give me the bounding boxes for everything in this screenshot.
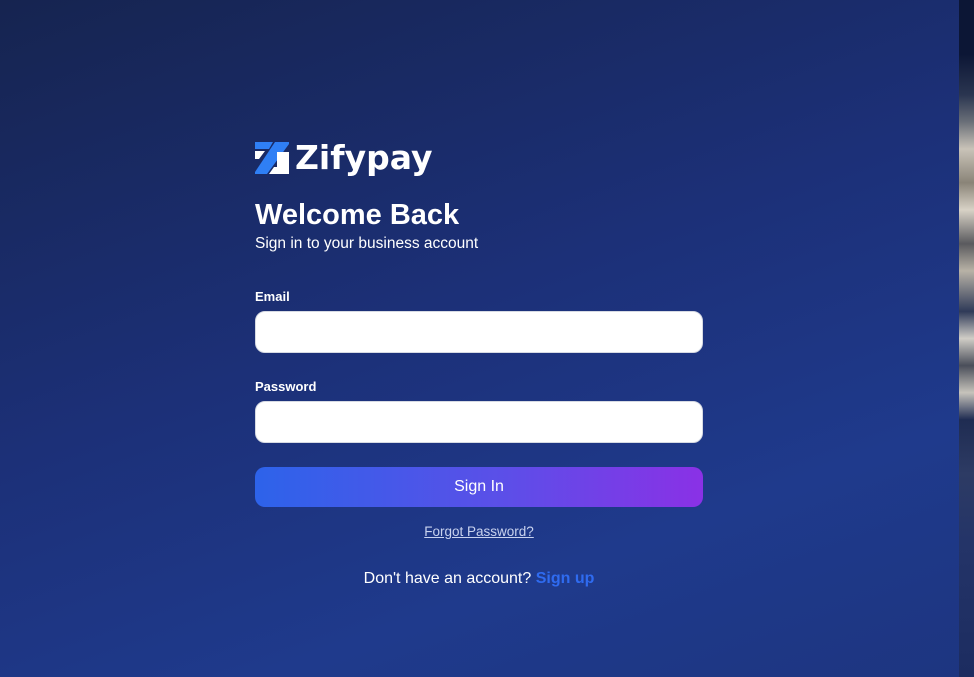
password-label: Password xyxy=(255,379,317,394)
signup-prompt-row: Don't have an account? Sign up xyxy=(255,569,703,589)
page-title: Welcome Back xyxy=(255,199,460,231)
forgot-password-row: Forgot Password? xyxy=(255,523,703,541)
email-field[interactable] xyxy=(255,311,703,353)
login-page: Zifypay Welcome Back Sign in to your bus… xyxy=(0,0,974,677)
side-background-photo xyxy=(959,0,974,677)
forgot-password-link[interactable]: Forgot Password? xyxy=(424,524,534,539)
password-field[interactable] xyxy=(255,401,703,443)
sign-in-button[interactable]: Sign In xyxy=(255,467,703,507)
zifypay-z-logo-icon xyxy=(255,142,289,174)
brand-logo: Zifypay xyxy=(255,138,433,178)
sign-up-link[interactable]: Sign up xyxy=(536,570,595,587)
email-label: Email xyxy=(255,289,290,304)
brand-name: Zifypay xyxy=(295,138,433,177)
signup-prompt-text: Don't have an account? xyxy=(363,570,536,587)
page-subtitle: Sign in to your business account xyxy=(255,235,479,252)
